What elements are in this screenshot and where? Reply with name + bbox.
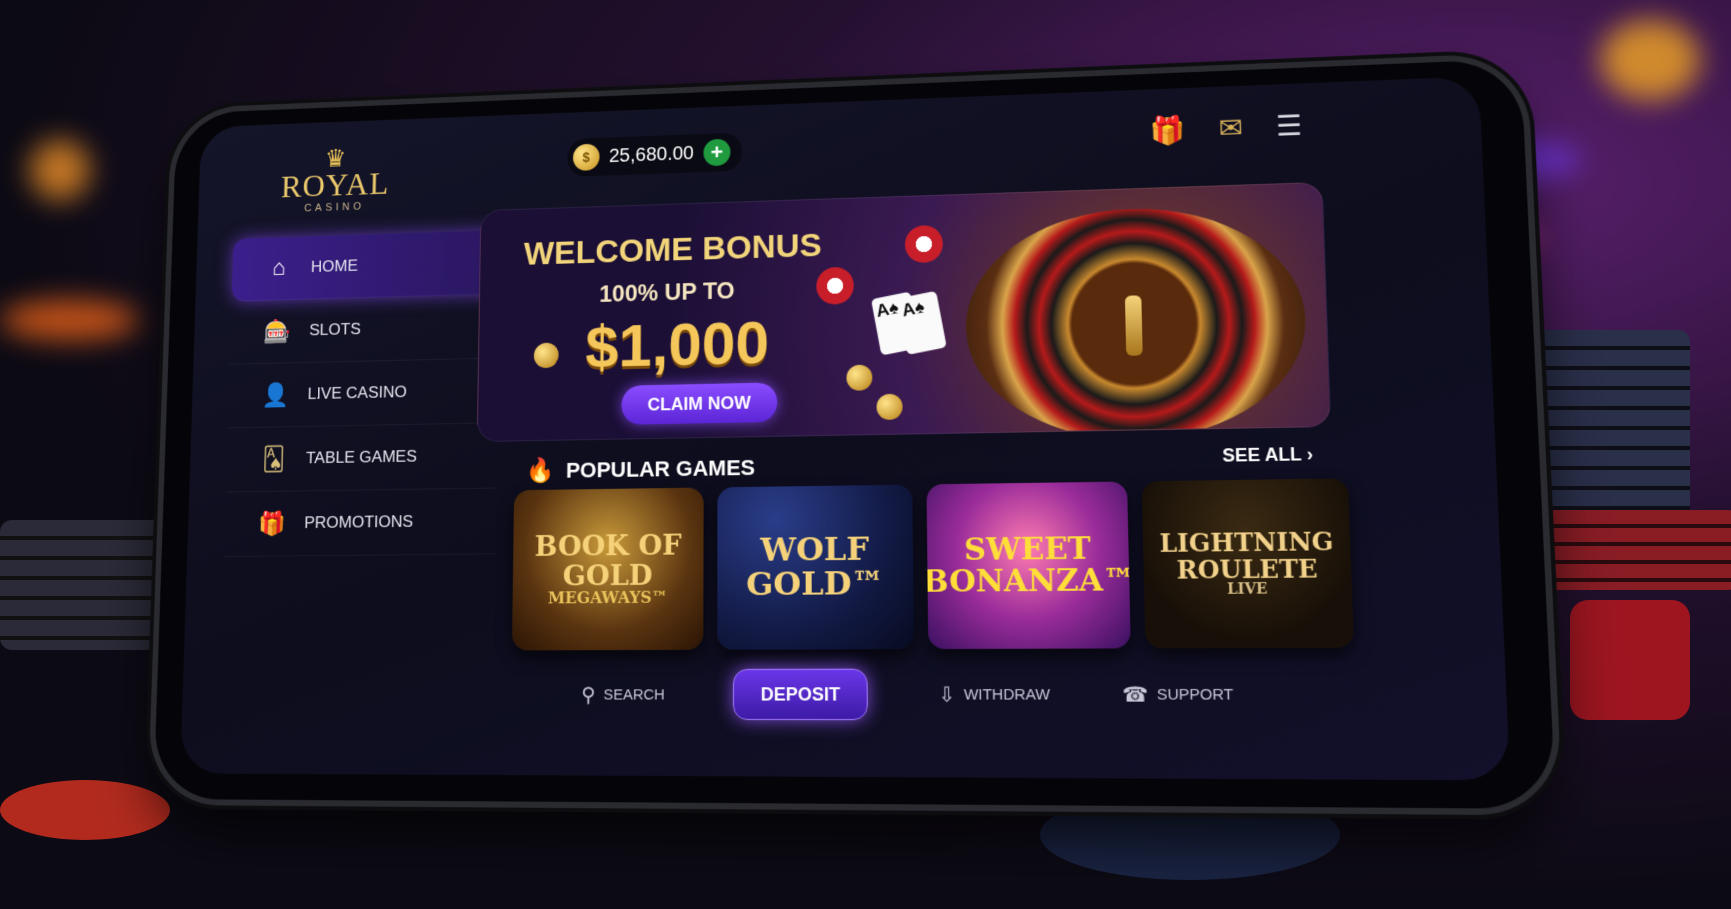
game-tile-sweet-bonanza[interactable]: SWEET BONANZA™ (926, 481, 1131, 650)
gold-coin-graphic (876, 393, 903, 421)
sidebar-item-promotions[interactable]: 🎁 PROMOTIONS (223, 488, 497, 558)
top-icon-bar: 🎁 ✉ ☰ (1150, 109, 1303, 147)
game-subtitle: MEGAWAYS™ (547, 587, 668, 608)
banner-subtitle: 100% UP TO (599, 277, 735, 308)
see-all-link[interactable]: SEE ALL › (1222, 444, 1313, 467)
coin-icon: $ (572, 143, 600, 172)
bottom-action-bar: ⚲ SEARCH DEPOSIT ⇩ WITHDRAW ☎ SUPPORT (581, 663, 1234, 726)
game-tile-wolf-gold[interactable]: WOLF GOLD™ (717, 484, 915, 650)
sidebar-item-live-casino[interactable]: 👤 LIVE CASINO (227, 358, 499, 429)
popular-title: POPULAR GAMES (565, 454, 756, 483)
game-title-line1: SWEET (963, 530, 1092, 568)
game-tile-book-of-gold[interactable]: BOOK OF GOLD MEGAWAYS™ (511, 487, 704, 651)
gold-coin-graphic (533, 342, 559, 369)
casino-app-screen: ♛ ROYAL CASINO $ 25,680.00 + 🎁 ✉ ☰ ⌂ HOM… (180, 76, 1511, 781)
game-title-line1: BOOK OF (534, 528, 682, 564)
support-label: SUPPORT (1156, 685, 1234, 704)
roulette-wheel-graphic (964, 203, 1310, 443)
search-label: SEARCH (603, 685, 665, 704)
poker-chip (0, 780, 170, 840)
mail-icon[interactable]: ✉ (1218, 111, 1243, 144)
search-icon: ⚲ (581, 683, 596, 707)
popular-games-heading: 🔥 POPULAR GAMES (526, 453, 755, 485)
dealer-icon: 👤 (261, 381, 290, 409)
banner-title: WELCOME BONUS (523, 226, 822, 273)
fire-icon: 🔥 (525, 457, 555, 485)
royal-casino-logo[interactable]: ♛ ROYAL CASINO (270, 144, 400, 216)
cards-icon: 🂡 (262, 445, 286, 473)
balance-value: 25,680.00 (608, 142, 694, 167)
game-tile-lightning-roulette[interactable]: LIGHTNING ROULETE LIVE (1141, 478, 1355, 649)
phone-frame: ♛ ROYAL CASINO $ 25,680.00 + 🎁 ✉ ☰ ⌂ HOM… (153, 58, 1557, 809)
withdraw-tab[interactable]: ⇩ WITHDRAW (938, 681, 1050, 707)
logo-text: ROYAL (280, 166, 390, 205)
deposit-button[interactable]: DEPOSIT (733, 668, 869, 721)
sidebar-item-table-games[interactable]: 🂡 TABLE GAMES (225, 423, 498, 493)
sidebar-item-label: TABLE GAMES (305, 446, 417, 468)
sidebar-item-home[interactable]: ⌂ HOME (231, 230, 501, 302)
sidebar-item-label: PROMOTIONS (304, 512, 414, 532)
game-title-line2: ROULETE (1176, 553, 1318, 585)
game-title-line2: GOLD™ (746, 563, 884, 604)
support-tab[interactable]: ☎ SUPPORT (1122, 681, 1234, 707)
roulette-spindle (1124, 295, 1143, 357)
withdraw-label: WITHDRAW (963, 685, 1051, 704)
welcome-bonus-banner[interactable]: WELCOME BONUS 100% UP TO $1,000 CLAIM NO… (476, 181, 1332, 443)
gift-icon: 🎁 (257, 510, 287, 537)
sidebar-item-label: LIVE CASINO (307, 382, 408, 403)
casino-chip-graphic (816, 266, 854, 305)
sidebar-item-label: HOME (310, 256, 359, 276)
casino-chip-graphic (904, 224, 944, 264)
game-title-line2: BONANZA™ (926, 562, 1131, 600)
sidebar-item-slots[interactable]: 🎰 SLOTS (229, 294, 500, 365)
menu-icon[interactable]: ☰ (1275, 109, 1302, 143)
support-icon: ☎ (1121, 683, 1149, 707)
bokeh-light (30, 140, 90, 200)
game-title-line2: GOLD (562, 558, 653, 592)
popular-games-row: BOOK OF GOLD MEGAWAYS™ WOLF GOLD™ SWEET … (511, 478, 1355, 651)
sidebar-item-label: SLOTS (309, 319, 361, 340)
game-title-line1: WOLF (760, 529, 870, 570)
slot-machine-icon: 🎰 (263, 318, 292, 345)
gold-coin-graphic (846, 364, 873, 391)
home-icon: ⌂ (272, 254, 286, 281)
banner-amount: $1,000 (585, 309, 770, 381)
search-tab[interactable]: ⚲ SEARCH (581, 682, 665, 707)
bokeh-light (1600, 20, 1700, 100)
sidebar-nav: ⌂ HOME 🎰 SLOTS 👤 LIVE CASINO 🂡 TABLE GAM… (223, 230, 501, 558)
playing-cards-graphic: A♠ A♠ (871, 290, 947, 356)
add-funds-button[interactable]: + (703, 138, 731, 167)
claim-now-button[interactable]: CLAIM NOW (621, 382, 778, 425)
poker-chip-stack (1520, 510, 1731, 590)
balance-pill[interactable]: $ 25,680.00 + (567, 132, 742, 177)
dice (1570, 600, 1690, 720)
gift-icon[interactable]: 🎁 (1150, 114, 1186, 148)
game-title-line1: LIGHTNING (1158, 526, 1335, 559)
bokeh-light (0, 300, 140, 340)
withdraw-icon: ⇩ (938, 683, 956, 707)
